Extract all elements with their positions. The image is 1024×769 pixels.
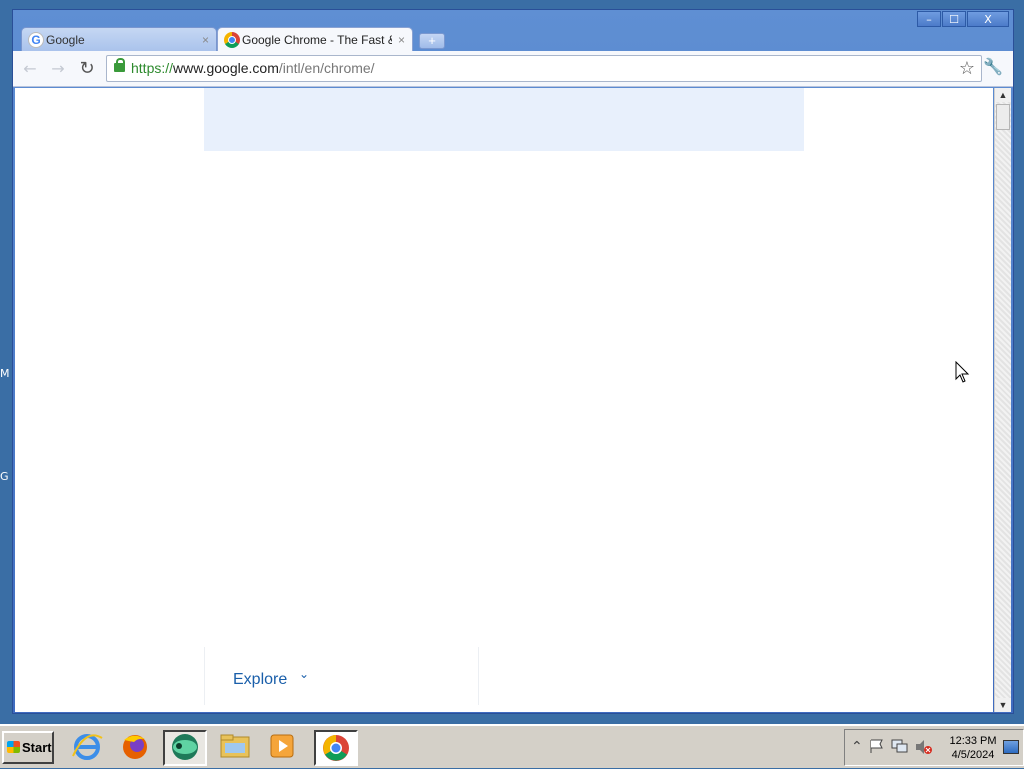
tab-strip: G Google × Google Chrome - The Fast & S … [21, 27, 821, 51]
app-icon[interactable] [163, 730, 207, 766]
scroll-up-button[interactable]: ▲ [995, 88, 1011, 102]
close-button[interactable]: X [967, 11, 1009, 27]
maximize-button[interactable]: ☐ [942, 11, 966, 27]
back-button[interactable]: ← [20, 59, 40, 79]
tab-close-icon[interactable]: × [202, 28, 209, 51]
window-controls: – ☐ X [916, 11, 1009, 27]
windows-logo-icon [7, 741, 20, 753]
taskbar: Start ⌃ 12:33 PM 4/5/2024 [0, 724, 1024, 768]
tab-title: Google Chrome - The Fast & S [242, 33, 392, 47]
footer-nav: Explore ⌄ [204, 647, 479, 705]
forward-button[interactable]: → [48, 59, 68, 79]
tab-chrome[interactable]: Google Chrome - The Fast & S × [217, 27, 413, 51]
chrome-window: – ☐ X G Google × Google Chrome - The Fas… [12, 9, 1014, 714]
desktop-icon-label: M [0, 368, 10, 380]
url-path: /intl/en/chrome/ [278, 60, 375, 76]
lock-icon [114, 58, 125, 72]
minimize-button[interactable]: – [917, 11, 941, 27]
volume-muted-icon[interactable] [915, 739, 933, 759]
media-player-icon[interactable] [263, 730, 307, 766]
mouse-cursor-icon [955, 361, 970, 383]
desktop-icon-label: G [0, 471, 9, 483]
clock-date: 4/5/2024 [951, 749, 995, 761]
chrome-taskbar-icon[interactable] [314, 730, 358, 766]
scroll-thumb[interactable] [996, 104, 1010, 130]
wrench-menu-icon[interactable]: 🔧 [983, 57, 1003, 76]
firefox-icon[interactable] [114, 730, 158, 766]
chevron-down-icon: ⌄ [299, 667, 310, 681]
scroll-down-button[interactable]: ▼ [995, 698, 1011, 712]
browser-toolbar: ← → ↻ https://www.google.com/intl/en/chr… [13, 51, 1013, 87]
address-bar[interactable]: https://www.google.com/intl/en/chrome/ ☆ [106, 55, 982, 82]
explore-label: Explore [233, 671, 288, 688]
vertical-scrollbar[interactable]: ▲ ▼ [994, 88, 1011, 712]
show-hidden-icons-button[interactable]: ⌃ [851, 739, 863, 755]
start-button[interactable]: Start [2, 731, 54, 764]
bookmark-star-icon[interactable]: ☆ [959, 56, 975, 81]
tab-title: Google [46, 33, 85, 47]
reload-button[interactable]: ↻ [77, 59, 97, 79]
tab-google[interactable]: G Google × [21, 27, 217, 51]
file-explorer-icon[interactable] [215, 730, 259, 766]
hero-banner [204, 88, 804, 151]
action-center-flag-icon[interactable] [869, 739, 885, 757]
page-content: Explore ⌄ [15, 88, 993, 712]
tab-close-icon[interactable]: × [398, 28, 405, 51]
internet-explorer-icon[interactable] [66, 730, 110, 766]
start-label: Start [22, 740, 52, 755]
google-g-icon: G [28, 32, 44, 48]
url-scheme: https:// [131, 60, 174, 76]
explore-link[interactable]: Explore ⌄ [233, 667, 309, 689]
clock[interactable]: 12:33 PM 4/5/2024 [949, 734, 997, 762]
clock-time: 12:33 PM [949, 735, 997, 747]
url-host: www.google.com [173, 60, 279, 76]
chrome-icon [224, 32, 240, 48]
system-tray: ⌃ 12:33 PM 4/5/2024 [844, 729, 1024, 766]
network-icon[interactable] [891, 739, 909, 757]
new-tab-button[interactable]: + [419, 33, 445, 49]
show-desktop-button[interactable] [1003, 740, 1019, 754]
url-text: https://www.google.com/intl/en/chrome/ [131, 56, 375, 81]
